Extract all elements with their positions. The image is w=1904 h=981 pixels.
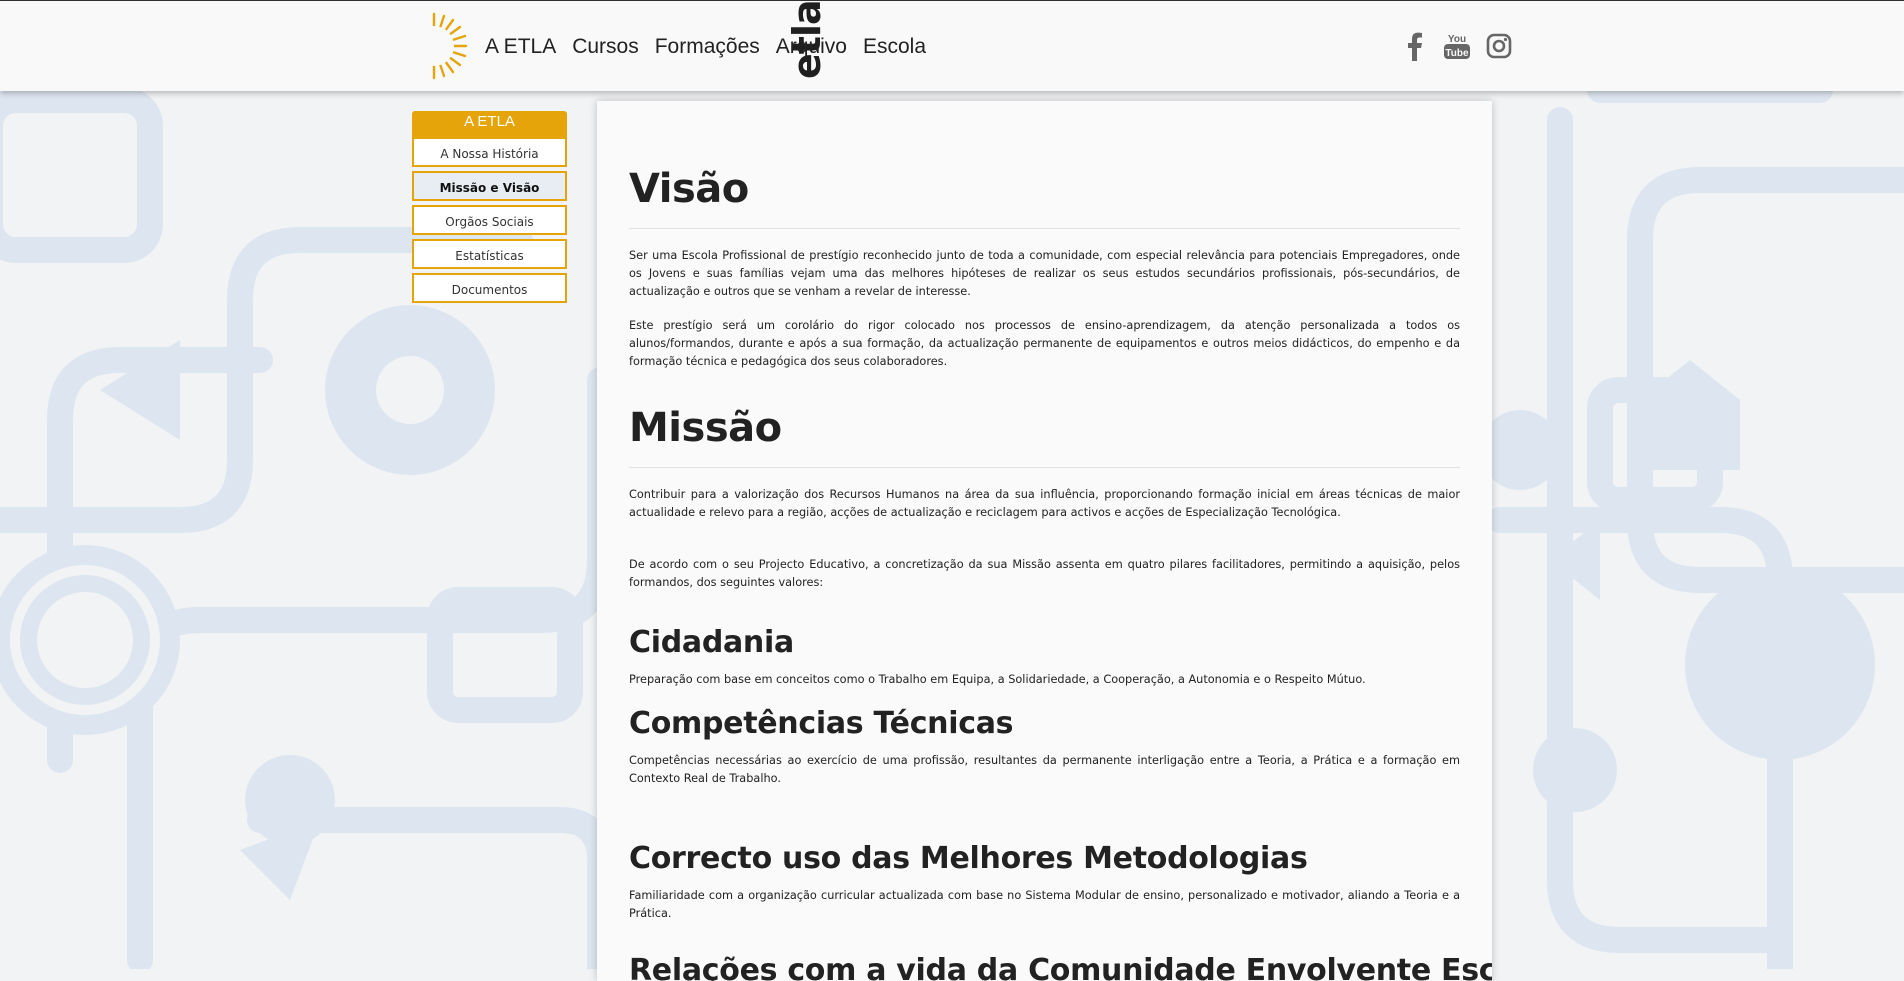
sidebar-item-documentos[interactable]: Documentos [412,273,567,303]
youtube-icon[interactable]: You Tube [1443,31,1471,61]
svg-text:Tube: Tube [1445,48,1469,59]
sidebar-title: A ETLA [412,111,567,137]
pillar-cidadania-title: Cidadania [629,625,794,660]
visao-paragraph-2: Este prestígio será um corolário do rigo… [629,319,1460,368]
nav-cursos[interactable]: Cursos [572,35,639,59]
content-card: Visão Ser uma Escola Profissional de pre… [597,101,1492,981]
visao-divider [629,228,1460,229]
nav-formacoes[interactable]: Formações [655,35,760,59]
site-header: etla A ETLA Cursos Formações Arquivo Esc… [0,0,1904,91]
pillar-metodologias-text: Familiaridade com a organização curricul… [629,889,1460,920]
pillar-comunidade-title: Relações com a vida da Comunidade Envolv… [629,953,1492,981]
sidebar-item-estatisticas[interactable]: Estatísticas [412,239,567,269]
svg-text:You: You [1448,34,1466,45]
pillar-metodologias-title: Correcto uso das Melhores Metodologias [629,841,1308,876]
sidebar-item-historia[interactable]: A Nossa História [412,137,567,167]
pillar-cidadania-text: Preparação com base em conceitos como o … [629,673,1366,686]
visao-paragraph-1: Ser uma Escola Profissional de prestígio… [629,249,1460,298]
missao-divider [629,467,1460,468]
facebook-icon[interactable] [1401,31,1429,61]
nav-arquivo[interactable]: Arquivo [776,35,847,59]
missao-paragraph-1: Contribuir para a valorização dos Recurs… [629,488,1460,519]
section-sidebar: A ETLA A Nossa História Missão e Visão O… [412,111,567,307]
pillar-competencias-title: Competências Técnicas [629,706,1014,741]
sidebar-item-orgaos-sociais[interactable]: Orgãos Sociais [412,205,567,235]
nav-escola[interactable]: Escola [863,35,926,59]
main-nav: A ETLA Cursos Formações Arquivo Escola [485,35,926,59]
missao-heading: Missão [629,405,782,451]
nav-a-etla[interactable]: A ETLA [485,35,556,59]
site-logo[interactable]: etla [390,0,829,91]
visao-heading: Visão [629,166,749,212]
social-links: You Tube [1401,31,1513,61]
missao-paragraph-2: De acordo com o seu Projecto Educativo, … [629,558,1460,589]
pillar-competencias-text: Competências necessárias ao exercício de… [629,754,1460,785]
instagram-icon[interactable] [1485,31,1513,61]
sidebar-item-missao-visao[interactable]: Missão e Visão [412,171,567,201]
sun-logo-icon [414,12,468,80]
